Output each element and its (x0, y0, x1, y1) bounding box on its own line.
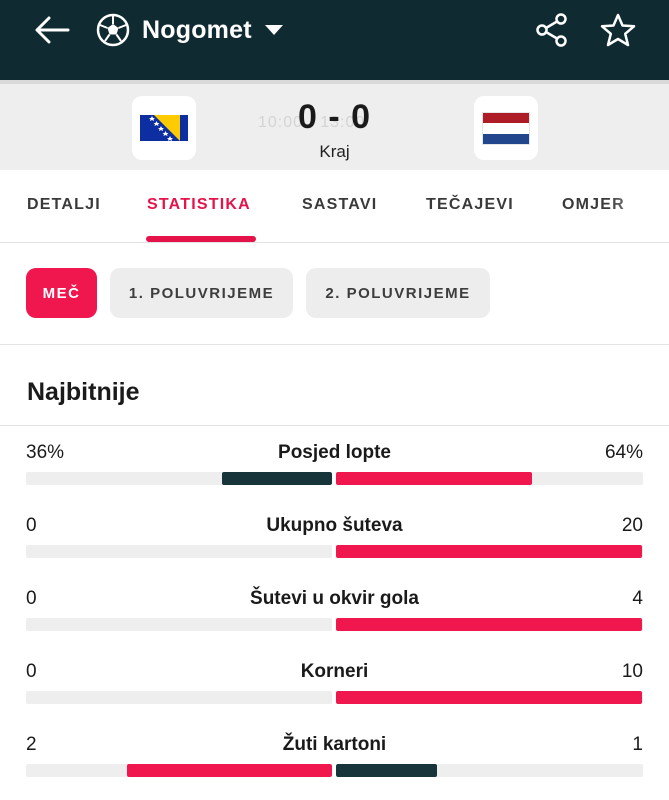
stat-row: 0 Ukupno šuteva 20 (0, 515, 669, 575)
stat-away-bar (336, 764, 437, 777)
stat-home-bar (222, 472, 332, 485)
period-filter: MEČ 1. POLUVRIJEME 2. POLUVRIJEME (0, 243, 669, 345)
stat-label: Ukupno šuteva (266, 515, 403, 536)
tab-statistika[interactable]: STATISTIKA (147, 196, 251, 214)
stat-away-bar (336, 545, 642, 558)
stat-away-value: 20 (621, 515, 643, 536)
tab-detalji[interactable]: DETALJI (27, 196, 101, 214)
tab-tecajevi[interactable]: TEČAJEVI (426, 196, 514, 214)
soccer-ball-icon (96, 13, 130, 47)
share-button[interactable] (530, 10, 574, 50)
sport-title: Nogomet (142, 15, 252, 44)
stat-home-track (26, 545, 332, 558)
tab-sastavi[interactable]: SASTAVI (302, 196, 377, 214)
caret-down-icon (264, 25, 283, 35)
stat-label: Žuti kartoni (282, 734, 387, 755)
stat-away-value: 10 (621, 661, 643, 682)
stat-row: 0 Korneri 10 (0, 661, 669, 721)
period-first-half-button[interactable]: 1. POLUVRIJEME (110, 268, 293, 318)
section-divider (0, 425, 669, 426)
stat-home-bar (127, 764, 332, 777)
stat-home-track (26, 764, 332, 777)
stat-row: 0 Šutevi u okvir gola 4 (0, 588, 669, 648)
arrow-left-icon (35, 16, 70, 44)
stat-away-track (336, 618, 643, 631)
stat-row: 36% Posjed lopte 64% (0, 442, 669, 502)
netherlands-flag-icon (482, 111, 530, 145)
away-team-flag[interactable] (474, 96, 538, 160)
stat-row: 2 Žuti kartoni 1 (0, 734, 669, 794)
stat-away-track (336, 472, 643, 485)
stat-home-track (26, 691, 332, 704)
active-tab-indicator (146, 236, 256, 242)
back-button[interactable] (30, 10, 74, 50)
stat-away-value: 4 (632, 588, 643, 609)
period-second-half-button[interactable]: 2. POLUVRIJEME (306, 268, 490, 318)
period-match-button[interactable]: MEČ (26, 268, 97, 318)
match-tabs: DETALJI STATISTIKA SASTAVI TEČAJEVI OMJE… (0, 170, 669, 243)
stat-home-track (26, 618, 332, 631)
stat-away-track (336, 764, 643, 777)
star-outline-icon (600, 13, 636, 47)
stat-label: Posjed lopte (278, 442, 391, 463)
stat-home-track (26, 472, 332, 485)
stat-away-bar (336, 618, 642, 631)
stat-away-value: 64% (604, 442, 643, 463)
share-icon (536, 13, 567, 47)
stat-label: Korneri (300, 661, 369, 682)
favorite-button[interactable] (596, 10, 640, 50)
stat-away-bar (336, 691, 642, 704)
stat-away-bar (336, 472, 532, 485)
stat-away-track (336, 545, 643, 558)
stat-label: Šutevi u okvir gola (250, 588, 419, 609)
match-score: 0 - 0 (297, 98, 372, 136)
tabs-scroll-fade (609, 170, 669, 242)
top-app-bar: Nogomet (0, 0, 669, 80)
stat-away-value: 1 (632, 734, 643, 755)
match-status: Kraj (319, 142, 350, 161)
section-title: Najbitnije (27, 378, 140, 406)
stat-away-track (336, 691, 643, 704)
match-header: 10:00 · 13:00 0 - 0 Kraj (0, 80, 669, 170)
sport-selector[interactable]: Nogomet (96, 10, 284, 50)
